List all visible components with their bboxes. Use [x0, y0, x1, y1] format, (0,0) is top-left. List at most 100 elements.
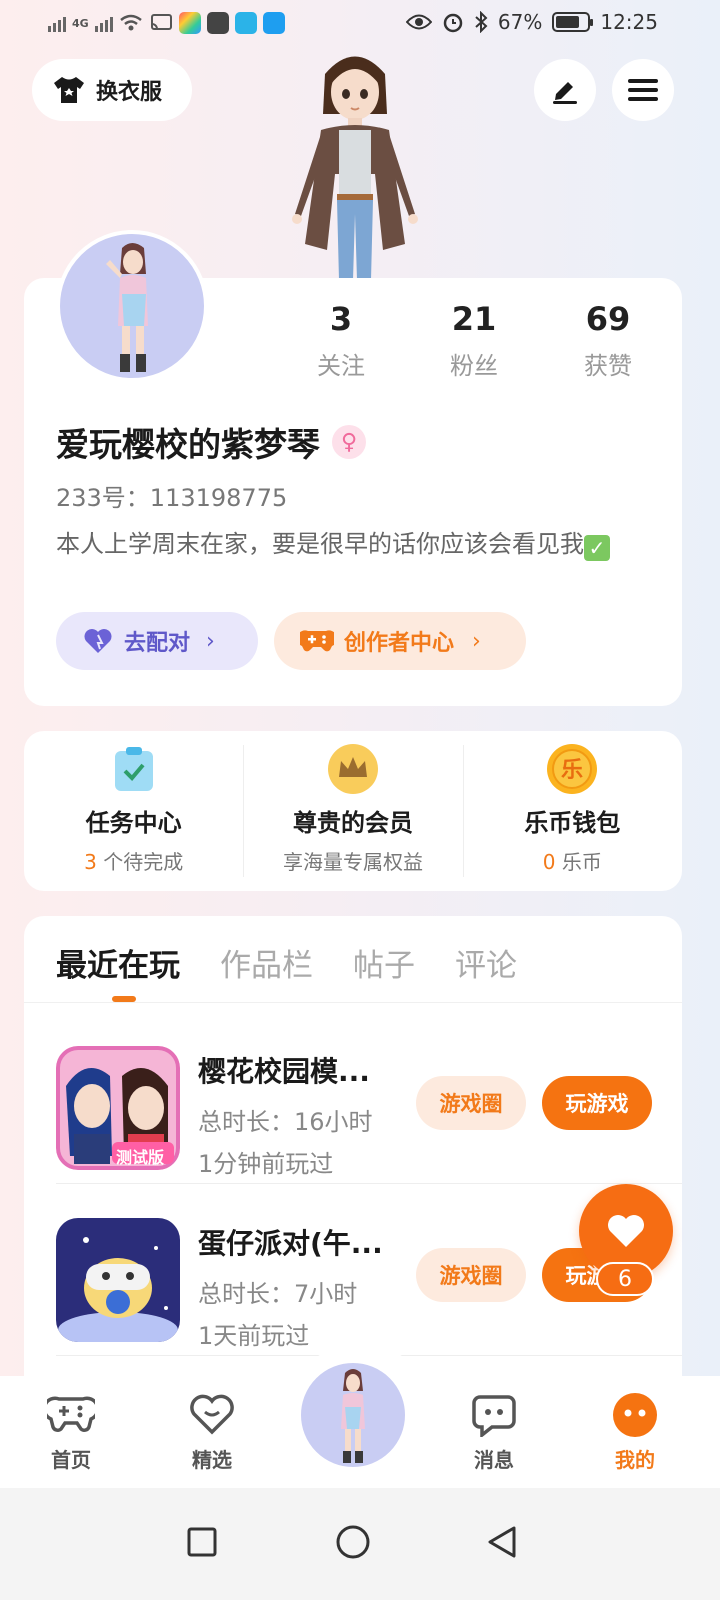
bio-content: 本人上学周末在家，要是很早的话你应该会看见我 — [56, 530, 584, 558]
signal-1-icon — [48, 14, 66, 32]
avatar-3d-figure[interactable] — [275, 44, 435, 284]
following-label: 关注 — [317, 352, 365, 380]
coin-wallet-item[interactable]: 乐 乐币钱包 0 乐币 — [462, 731, 682, 891]
check-mark-icon: ✓ — [584, 535, 610, 561]
game-title: 蛋仔派对(午... — [198, 1227, 383, 1260]
tab-recently-played[interactable]: 最近在玩 — [56, 940, 180, 985]
game-circle-button[interactable]: 游戏圈 — [416, 1248, 526, 1302]
change-outfit-button[interactable]: 换衣服 — [32, 59, 192, 121]
last-played: 1分钟前玩过 — [198, 1150, 334, 1178]
cast-icon — [150, 14, 172, 30]
nav-messages-label: 消息 — [474, 1448, 514, 1472]
nav-messages[interactable]: 消息 — [454, 1392, 534, 1473]
user-id: 233号：113198775 — [56, 484, 288, 512]
match-button[interactable]: 去配对 › — [56, 612, 258, 670]
following-stat[interactable]: 3 关注 — [286, 300, 396, 381]
coin-wallet-title: 乐币钱包 — [524, 809, 621, 837]
pen-icon — [553, 82, 577, 104]
vip-member-subtitle: 享海量专属权益 — [282, 850, 423, 874]
pending-task-count: 3 — [84, 850, 97, 874]
home-button[interactable] — [323, 1512, 383, 1572]
status-bar: 4G 67% 12:25 — [0, 0, 720, 48]
chevron-right-icon: › — [472, 628, 481, 654]
username: 爱玩樱校的紫梦琴 — [56, 425, 320, 464]
crown-icon — [327, 744, 378, 794]
avatar-illustration — [106, 243, 148, 372]
system-navigation-bar — [0, 1488, 720, 1600]
nav-avatar-button[interactable] — [298, 1360, 408, 1470]
battery-percent: 67% — [497, 10, 543, 34]
games-card: 最近在玩 作品栏 帖子 评论 测试版 樱花校园模... 总时长：16小时 1分钟… — [24, 916, 682, 1396]
alarm-icon — [443, 13, 463, 33]
face-icon — [613, 1393, 657, 1437]
menu-button[interactable] — [612, 59, 674, 121]
task-icon — [114, 747, 153, 791]
coin-icon: 乐 — [547, 744, 598, 794]
tabs-divider — [24, 1002, 682, 1003]
likes-stat[interactable]: 69 获赞 — [553, 300, 663, 381]
eggy-party-game-icon[interactable] — [56, 1218, 180, 1342]
heart-icon — [608, 1215, 644, 1247]
likes-count: 69 — [585, 300, 631, 338]
back-button[interactable] — [472, 1512, 532, 1572]
chat-icon — [472, 1395, 516, 1437]
task-center-title: 任务中心 — [85, 809, 182, 837]
tab-works[interactable]: 作品栏 — [220, 940, 313, 985]
circle-icon — [336, 1525, 370, 1559]
clock: 12:25 — [600, 10, 658, 34]
chevron-right-icon: › — [206, 628, 215, 654]
network-type: 4G — [72, 16, 89, 30]
avatar[interactable] — [56, 230, 208, 382]
nav-featured-label: 精选 — [192, 1448, 232, 1472]
match-label: 去配对 — [124, 631, 191, 656]
last-played: 1天前玩过 — [198, 1322, 310, 1350]
test-version-badge: 测试版 — [116, 1148, 165, 1167]
nav-featured[interactable]: 精选 — [172, 1392, 252, 1473]
creator-center-button[interactable]: 创作者中心 › — [274, 612, 526, 670]
back-triangle-icon — [488, 1526, 516, 1558]
followers-stat[interactable]: 21 粉丝 — [419, 300, 529, 381]
vip-member-item[interactable]: 尊贵的会员 享海量专属权益 — [243, 731, 462, 891]
wifi-icon — [119, 14, 142, 31]
coin-wallet-subtitle: 乐币 — [561, 850, 602, 874]
like-count-badge: 6 — [596, 1262, 654, 1296]
coin-icon-glyph: 乐 — [561, 758, 583, 783]
following-count: 3 — [329, 300, 353, 338]
followers-count: 21 — [451, 300, 497, 338]
game-circle-button[interactable]: 游戏圈 — [416, 1076, 526, 1130]
followers-label: 粉丝 — [450, 352, 498, 380]
creator-center-label: 创作者中心 — [344, 631, 455, 656]
avatar-mini-illustration — [341, 1369, 365, 1463]
task-center-subtitle: 个待完成 — [103, 850, 184, 874]
play-duration: 总时长：7小时 — [198, 1280, 358, 1308]
app-notification-1-icon — [178, 12, 201, 34]
signal-2-icon — [94, 14, 113, 32]
bluetooth-icon — [475, 11, 488, 33]
heart-icon — [84, 629, 112, 653]
task-center-item[interactable]: 任务中心 3 个待完成 — [24, 731, 243, 891]
game-title: 樱花校园模... — [198, 1055, 370, 1088]
recent-apps-button[interactable] — [172, 1512, 232, 1572]
app-notification-3-icon — [234, 12, 257, 34]
game-row[interactable]: 测试版 樱花校园模... 总时长：16小时 1分钟前玩过 游戏圈 玩游戏 — [24, 1012, 682, 1184]
sakura-school-game-icon[interactable]: 测试版 — [56, 1046, 180, 1170]
tab-posts[interactable]: 帖子 — [353, 940, 415, 985]
nav-home-label: 首页 — [51, 1448, 91, 1472]
gamepad-icon — [47, 1396, 95, 1432]
likes-label: 获赞 — [584, 352, 632, 380]
coin-balance: 0 — [542, 850, 556, 874]
nav-home[interactable]: 首页 — [31, 1392, 111, 1473]
change-outfit-label: 换衣服 — [96, 80, 163, 105]
feature-card: 任务中心 3 个待完成 尊贵的会员 享海量专属权益 乐 乐币钱包 0 乐币 — [24, 731, 682, 891]
gamepad-icon — [300, 630, 334, 652]
play-game-button[interactable]: 玩游戏 — [542, 1076, 652, 1130]
square-icon — [187, 1527, 217, 1557]
battery-icon — [552, 12, 594, 32]
nav-me[interactable]: 我的 — [595, 1392, 675, 1473]
edit-profile-button[interactable] — [534, 59, 596, 121]
tab-comments[interactable]: 评论 — [455, 940, 517, 985]
nav-me-label: 我的 — [615, 1448, 655, 1472]
tshirt-icon — [54, 77, 84, 103]
app-notification-2-icon — [206, 12, 229, 34]
vip-member-title: 尊贵的会员 — [292, 809, 413, 837]
